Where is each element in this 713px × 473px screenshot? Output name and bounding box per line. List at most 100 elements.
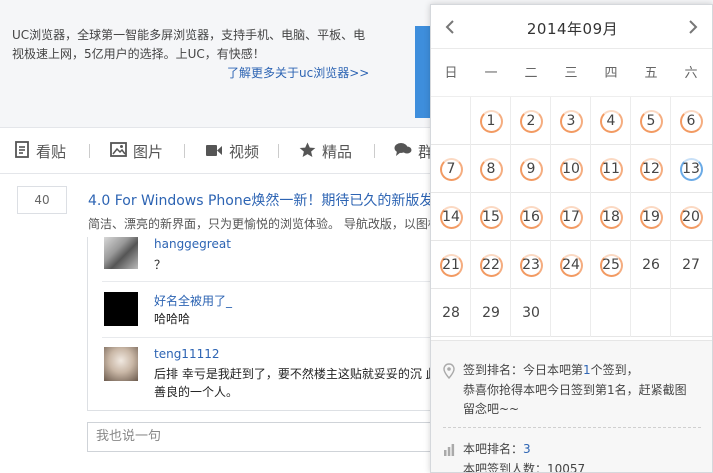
tab-videos[interactable]: 视频 — [205, 141, 259, 162]
calendar-day-number: 17 — [562, 209, 580, 225]
tab-images[interactable]: 图片 — [110, 141, 163, 162]
reply-input[interactable]: 我也说一句 — [87, 422, 432, 452]
calendar-empty-cell — [591, 289, 631, 337]
reply-count-badge: 40 — [17, 186, 67, 214]
calendar-day-number: 11 — [602, 161, 620, 177]
weekday-label: 一 — [484, 66, 498, 81]
calendar-day-cell[interactable]: 6 — [671, 97, 711, 145]
signin-rank-label: 签到排名：今日本吧第 — [463, 363, 584, 377]
calendar-day-cell[interactable]: 25 — [591, 241, 631, 289]
comment-username[interactable]: teng11112 — [154, 347, 219, 361]
calendar-empty-cell — [431, 97, 471, 145]
calendar-week-row: 7 8 9 10 11 12 13 — [431, 145, 712, 193]
weekday-label: 日 — [444, 66, 458, 81]
tab-group[interactable]: 群 — [394, 141, 433, 162]
calendar-day-cell[interactable]: 10 — [551, 145, 591, 193]
avatar[interactable] — [104, 237, 138, 269]
calendar-day-cell[interactable]: 28 — [431, 289, 471, 337]
calendar-day-number: 22 — [482, 257, 500, 273]
weekday-label: 三 — [564, 66, 578, 81]
calendar-day-cell[interactable]: 4 — [591, 97, 631, 145]
calendar-day-number: 29 — [482, 305, 500, 321]
calendar-header: 2014年09月 — [431, 5, 712, 49]
bar-rank-line: 本吧排名：3 — [463, 440, 531, 459]
bar-signin-count: 本吧签到人数：10057 — [463, 462, 586, 473]
tab-featured[interactable]: 精品 — [299, 141, 352, 162]
calendar-day-cell[interactable]: 9 — [511, 145, 551, 193]
calendar-day-cell[interactable]: 19 — [631, 193, 671, 241]
calendar-day-cell[interactable]: 8 — [471, 145, 511, 193]
calendar-day-number: 8 — [486, 161, 496, 177]
nav-divider — [278, 144, 279, 158]
calendar-day-number: 5 — [646, 113, 656, 129]
calendar-day-cell[interactable]: 30 — [511, 289, 551, 337]
tab-label: 图片 — [133, 143, 164, 161]
calendar-day-cell[interactable]: 27 — [671, 241, 711, 289]
avatar[interactable] — [104, 292, 138, 326]
calendar-day-number: 6 — [686, 113, 696, 129]
thread-abstract: 简洁、漂亮的新界面，只为更愉悦的浏览体验。 导航改版，以图标 — [88, 217, 440, 231]
calendar-day-cell[interactable]: 26 — [631, 241, 671, 289]
thread-title-link[interactable]: 4.0 For Windows Phone焕然一新！期待已久的新版发布 — [88, 190, 447, 210]
calendar-week-row: 28 29 30 — [431, 289, 712, 337]
calendar-day-number: 26 — [642, 257, 660, 273]
calendar-day-cell[interactable]: 1 — [471, 97, 511, 145]
calendar-day-cell[interactable]: 5 — [631, 97, 671, 145]
calendar-day-cell[interactable]: 23 — [511, 241, 551, 289]
calendar-empty-cell — [671, 289, 711, 337]
bar-chart-icon — [443, 444, 455, 459]
signin-rank-suffix: 个签到， — [590, 363, 639, 377]
calendar-day-cell[interactable]: 29 — [471, 289, 511, 337]
congrats-line-2: 留念吧~~ — [463, 402, 520, 416]
learn-more-link[interactable]: 了解更多关于uc浏览器>> — [227, 64, 369, 81]
comment-text: 哈哈哈 — [154, 312, 191, 326]
calendar-day-cell[interactable]: 17 — [551, 193, 591, 241]
calendar-day-number: 19 — [642, 209, 660, 225]
calendar-day-number: 12 — [642, 161, 660, 177]
calendar-day-number: 25 — [602, 257, 620, 273]
calendar-day-number: 3 — [566, 113, 576, 129]
calendar-day-cell[interactable]: 22 — [471, 241, 511, 289]
weekday-label: 六 — [684, 66, 698, 81]
next-month-button[interactable] — [681, 13, 705, 41]
calendar-day-number: 2 — [526, 113, 536, 129]
calendar-day-number: 27 — [682, 257, 700, 273]
calendar-day-cell[interactable]: 7 — [431, 145, 471, 193]
weekday-label: 四 — [604, 66, 618, 81]
divider — [443, 427, 701, 428]
list-item: teng11112 后排 幸亏是我赶到了，要不然楼主这贴就妥妥的沉 此善良的一个… — [102, 347, 442, 399]
calendar-day-number: 13 — [682, 161, 700, 177]
nav-divider — [184, 144, 185, 158]
calendar-day-number: 10 — [562, 161, 580, 177]
calendar-day-cell[interactable]: 3 — [551, 97, 591, 145]
calendar-day-cell[interactable]: 16 — [511, 193, 551, 241]
calendar-day-cell[interactable]: 11 — [591, 145, 631, 193]
calendar-day-number: 28 — [442, 305, 460, 321]
comment-username[interactable]: 好名全被用了_ — [154, 292, 232, 309]
comment-text: 后排 幸亏是我赶到了，要不然楼主这贴就妥妥的沉 此善良的一个人。 — [154, 367, 438, 399]
calendar-day-cell[interactable]: 14 — [431, 193, 471, 241]
calendar-day-cell[interactable]: 21 — [431, 241, 471, 289]
comment-username[interactable]: hanggegreat — [154, 237, 231, 251]
calendar-day-number: 14 — [442, 209, 460, 225]
tab-posts[interactable]: 看贴 — [14, 141, 66, 162]
calendar-day-cell[interactable]: 12 — [631, 145, 671, 193]
chevron-right-icon — [689, 20, 698, 34]
calendar-day-cell[interactable]: 13 — [671, 145, 711, 193]
weekday-header-row: 日一二三四五六 — [431, 51, 712, 97]
signin-rank-line: 签到排名：今日本吧第1个签到， — [463, 361, 639, 380]
divider — [102, 281, 432, 282]
avatar[interactable] — [104, 347, 138, 381]
tab-label: 看贴 — [36, 143, 67, 161]
image-icon — [110, 142, 127, 161]
calendar-day-cell[interactable]: 24 — [551, 241, 591, 289]
calendar-day-cell[interactable]: 2 — [511, 97, 551, 145]
calendar-day-cell[interactable]: 18 — [591, 193, 631, 241]
calendar-week-row: 21 22 23 24 25 26 27 — [431, 241, 712, 289]
calendar-day-cell[interactable]: 20 — [671, 193, 711, 241]
calendar-day-cell[interactable]: 15 — [471, 193, 511, 241]
location-pin-icon — [443, 363, 455, 382]
nav-divider — [374, 144, 375, 158]
calendar-day-number: 1 — [486, 113, 496, 129]
calendar-week-row: 1 2 3 4 5 6 — [431, 97, 712, 145]
